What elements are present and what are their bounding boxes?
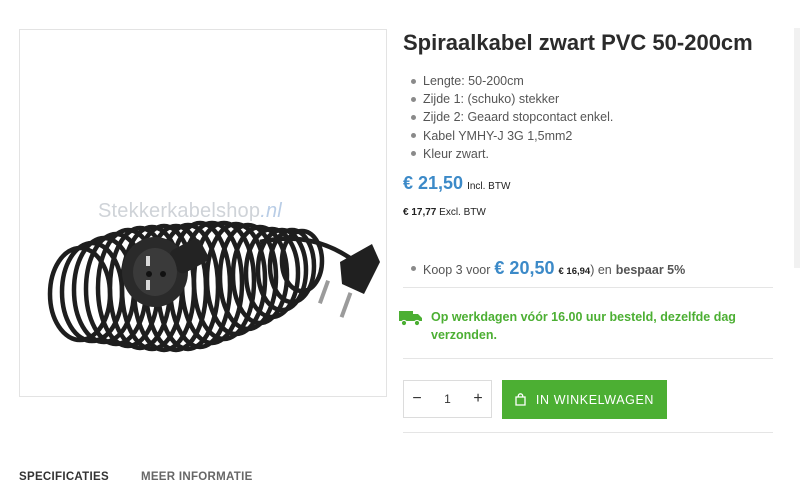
product-image[interactable]: Stekkerkabelshop.nl xyxy=(19,29,387,397)
truck-icon xyxy=(399,311,422,326)
shopping-bag-icon xyxy=(515,393,526,406)
add-to-cart-button[interactable]: IN WINKELWAGEN xyxy=(502,380,667,419)
tab-meer-informatie[interactable]: MEER INFORMATIE xyxy=(141,471,253,483)
list-item: Kleur zwart. xyxy=(403,145,613,163)
list-item: Kabel YMHY-J 3G 1,5mm2 xyxy=(403,127,613,145)
tab-specificaties[interactable]: SPECIFICATIES xyxy=(19,471,109,483)
bullet-icon xyxy=(411,133,416,139)
increase-quantity-button[interactable]: + xyxy=(465,381,491,417)
bundle-prefix: Koop 3 voor xyxy=(423,263,491,277)
bullet-icon xyxy=(411,114,416,120)
product-title: Spiraalkabel zwart PVC 50-200cm xyxy=(403,30,753,55)
bundle-saving: bespaar 5% xyxy=(615,263,686,277)
feature-list: Lengte: 50-200cm Zijde 1: (schuko) stekk… xyxy=(403,72,613,163)
bundle-suffix: ) en xyxy=(590,263,612,277)
decrease-quantity-button[interactable]: − xyxy=(404,381,430,417)
bullet-icon xyxy=(411,266,416,271)
coiled-cable-icon xyxy=(47,220,380,353)
delivery-text: Op werkdagen vóór 16.00 uur besteld, dez… xyxy=(431,310,736,342)
delivery-notice: Op werkdagen vóór 16.00 uur besteld, dez… xyxy=(399,308,771,344)
quantity-stepper[interactable]: − 1 + xyxy=(403,380,492,418)
list-item: Lengte: 50-200cm xyxy=(403,72,613,90)
add-to-cart-label: IN WINKELWAGEN xyxy=(535,392,655,407)
list-item: Zijde 1: (schuko) stekker xyxy=(403,90,613,108)
info-tabs: SPECIFICATIES MEER INFORMATIE xyxy=(19,471,285,483)
scrollbar[interactable] xyxy=(794,28,800,268)
bundle-excl-price: € 16,94 xyxy=(558,266,591,277)
price-excl-vat: € 17,77 Excl. BTW xyxy=(403,207,486,218)
bullet-icon xyxy=(411,151,416,157)
bullet-icon xyxy=(411,96,416,102)
list-item: Zijde 2: Geaard stopcontact enkel. xyxy=(403,108,613,126)
price-incl-label: Incl. BTW xyxy=(467,181,511,192)
bullet-icon xyxy=(411,78,416,84)
divider xyxy=(403,432,773,433)
bundle-offer: Koop 3 voor € 20,50 € 16,94 ) en bespaar… xyxy=(403,258,685,279)
price-incl-vat: € 21,50 Incl. BTW xyxy=(403,173,510,194)
price-value: € 21,50 xyxy=(403,173,464,193)
divider xyxy=(403,358,773,359)
divider xyxy=(403,287,773,288)
bundle-price: € 20,50 xyxy=(494,258,555,278)
quantity-input[interactable]: 1 xyxy=(430,392,465,406)
